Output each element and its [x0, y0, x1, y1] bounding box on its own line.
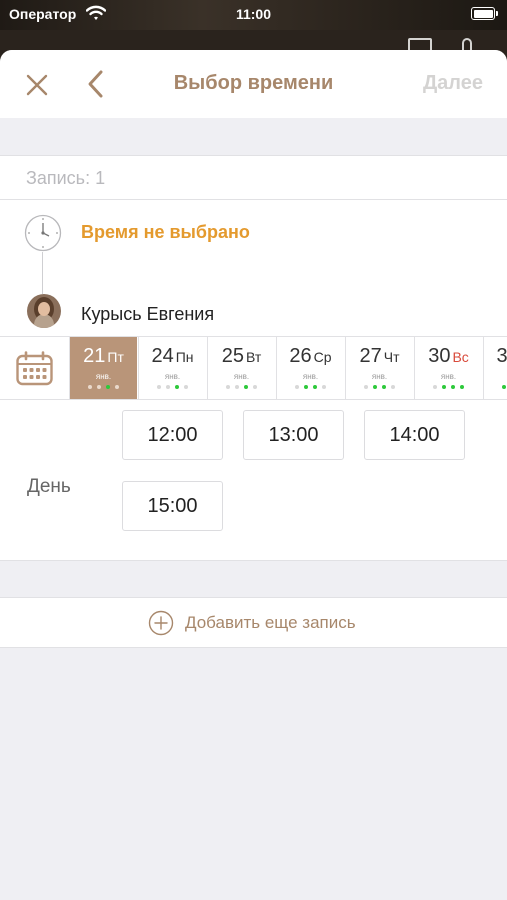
- date-label: 26 Ср: [277, 345, 344, 368]
- date-weekday: Пт: [107, 349, 124, 365]
- record-title: Запись: 1: [26, 168, 106, 188]
- nav-bar: Выбор времени Далее: [0, 50, 507, 118]
- add-record-button[interactable]: Добавить еще запись: [0, 597, 507, 648]
- time-slot-button[interactable]: 14:00: [364, 410, 465, 460]
- date-day: 30: [428, 345, 451, 367]
- time-selection-sheet: Выбор времени Далее Запись: 1 Время не в…: [0, 50, 507, 900]
- date-day: 26: [289, 345, 312, 367]
- clock-time: 11:00: [235, 6, 272, 22]
- next-button[interactable]: Далее: [423, 72, 483, 95]
- timeline-connector: [42, 252, 43, 294]
- date-label: 27 Чт: [346, 345, 413, 368]
- unavailable-dot: [184, 385, 188, 389]
- date-cell[interactable]: 30 Вс янв.: [414, 337, 482, 399]
- available-dot: [451, 385, 455, 389]
- date-day: 25: [221, 345, 244, 367]
- date-day: 24: [151, 345, 174, 367]
- availability-dots: [277, 385, 344, 389]
- battery-icon: [471, 7, 498, 20]
- available-dot: [244, 385, 248, 389]
- date-cell[interactable]: 27 Чт янв.: [345, 337, 413, 399]
- unavailable-dot: [226, 385, 230, 389]
- available-dot: [106, 385, 110, 389]
- date-cell[interactable]: 26 Ср янв.: [276, 337, 344, 399]
- unavailable-dot: [157, 385, 161, 389]
- period-label: День: [27, 476, 71, 497]
- date-day: 27: [359, 345, 382, 367]
- availability-dots: [346, 385, 413, 389]
- date-label: 31Пн: [484, 345, 507, 368]
- clock-icon: [24, 214, 62, 252]
- date-strip: 21 Пт янв. 24 Пн янв. 25 Вт янв. 26 Ср янв. 27 Чт янв.…: [0, 336, 507, 400]
- date-month: янв.: [302, 372, 319, 381]
- date-cell[interactable]: 25 Вт янв.: [207, 337, 275, 399]
- date-cell[interactable]: 21 Пт янв.: [69, 337, 137, 399]
- available-dot: [175, 385, 179, 389]
- unavailable-dot: [235, 385, 239, 389]
- date-month: янв.: [371, 372, 388, 381]
- unavailable-dot: [253, 385, 257, 389]
- date-label: 21 Пт: [70, 345, 137, 368]
- available-dot: [442, 385, 446, 389]
- unavailable-dot: [391, 385, 395, 389]
- date-month: янв.: [233, 372, 250, 381]
- available-dot: [460, 385, 464, 389]
- date-month: янв.: [95, 372, 112, 381]
- calendar-button[interactable]: [0, 337, 69, 399]
- date-label: 30 Вс: [415, 345, 482, 368]
- unavailable-dot: [166, 385, 170, 389]
- available-dot: [502, 385, 506, 389]
- available-dot: [313, 385, 317, 389]
- time-status: Время не выбрано: [81, 222, 250, 242]
- time-slot-button[interactable]: 12:00: [122, 410, 223, 460]
- status-bar: Оператор 11:00: [0, 0, 507, 52]
- time-slot-button[interactable]: 13:00: [243, 410, 344, 460]
- unavailable-dot: [433, 385, 437, 389]
- date-cell[interactable]: 31Пн янв.: [483, 337, 507, 399]
- availability-dots: [208, 385, 275, 389]
- calendar-icon: [16, 351, 53, 386]
- availability-dots: [484, 385, 507, 389]
- divider: [0, 199, 507, 200]
- unavailable-dot: [364, 385, 368, 389]
- availability-dots: [70, 385, 137, 389]
- date-month: янв.: [484, 372, 507, 381]
- record-card: Запись: 1 Время не выбрано Курысь Евгени…: [0, 155, 507, 561]
- avatar: [27, 294, 61, 328]
- date-weekday: Вт: [245, 349, 262, 365]
- plus-circle-icon: [148, 610, 174, 636]
- date-day: 21: [83, 345, 106, 367]
- date-label: 25 Вт: [208, 345, 275, 368]
- time-slot-button[interactable]: 15:00: [122, 481, 223, 531]
- unavailable-dot: [115, 385, 119, 389]
- date-weekday: Чт: [383, 349, 400, 365]
- availability-dots: [415, 385, 482, 389]
- date-weekday: Ср: [313, 349, 332, 365]
- date-month: янв.: [440, 372, 457, 381]
- unavailable-dot: [88, 385, 92, 389]
- unavailable-dot: [97, 385, 101, 389]
- unavailable-dot: [295, 385, 299, 389]
- date-weekday: Вс: [452, 349, 469, 365]
- unavailable-dot: [322, 385, 326, 389]
- available-dot: [304, 385, 308, 389]
- date-cell[interactable]: 24 Пн янв.: [138, 337, 206, 399]
- date-label: 24 Пн: [139, 345, 206, 368]
- available-dot: [382, 385, 386, 389]
- specialist-name[interactable]: Курысь Евгения: [81, 304, 214, 325]
- available-dot: [373, 385, 377, 389]
- add-record-label: Добавить еще запись: [185, 613, 356, 632]
- date-weekday: Пн: [175, 349, 194, 365]
- date-day: 31: [496, 345, 507, 367]
- date-month: янв.: [164, 372, 181, 381]
- availability-dots: [139, 385, 206, 389]
